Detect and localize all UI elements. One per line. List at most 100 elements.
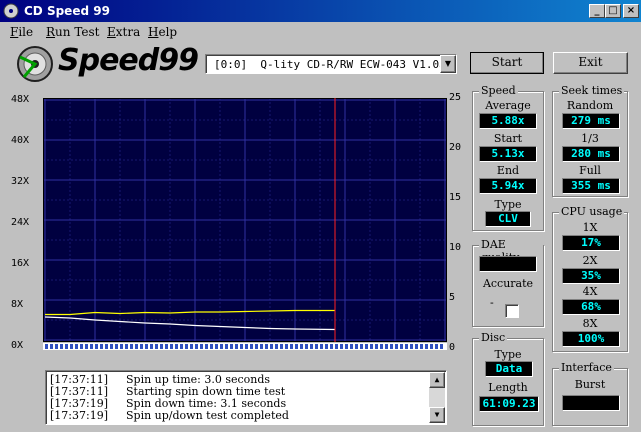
end-speed-label: End xyxy=(496,164,520,177)
x-ruler-tick xyxy=(355,344,358,349)
x-ruler-tick xyxy=(425,344,428,349)
right-tick-label: 20 xyxy=(449,142,462,153)
left-tick-label: 0X xyxy=(11,340,24,351)
x-ruler-tick xyxy=(370,344,373,349)
type-value: CLV xyxy=(485,211,531,227)
x-ruler-tick xyxy=(190,344,193,349)
menu-bar: File Run Test Extra Help xyxy=(0,22,641,40)
x-ruler-tick xyxy=(380,344,383,349)
x-ruler-tick xyxy=(270,344,273,349)
left-tick-label: 40X xyxy=(11,135,30,146)
x-ruler-tick xyxy=(290,344,293,349)
start-speed-value: 5.13x xyxy=(479,146,537,162)
menu-file[interactable]: File xyxy=(10,25,33,39)
x-ruler-tick xyxy=(395,344,398,349)
right-tick-label: 5 xyxy=(449,292,456,303)
x-ruler-tick xyxy=(200,344,203,349)
random-value: 279 ms xyxy=(562,113,620,129)
scrollbar-track[interactable] xyxy=(429,388,445,407)
cd-icon xyxy=(3,3,19,19)
scroll-up-icon[interactable]: ▲ xyxy=(429,372,445,388)
full-label: Full xyxy=(579,164,601,177)
menu-help[interactable]: Help xyxy=(148,25,177,39)
interface-title: Interface xyxy=(559,361,614,374)
x-ruler-tick xyxy=(245,344,248,349)
left-tick-label: 8X xyxy=(11,299,24,310)
x-ruler-tick xyxy=(250,344,253,349)
accurate-checkbox[interactable] xyxy=(505,304,519,318)
x-ruler-tick xyxy=(360,344,363,349)
cpu-1x-label: 1X xyxy=(582,221,598,234)
disc-length-value: 61:09.23 xyxy=(479,396,539,412)
x-ruler-tick xyxy=(130,344,133,349)
x-ruler-tick xyxy=(185,344,188,349)
log-message: Spin up/down test completed xyxy=(126,409,289,422)
maximize-button[interactable]: □ xyxy=(605,4,621,18)
start-button[interactable]: Start xyxy=(470,52,544,74)
drive-select[interactable]: [0:0] Q-lity CD-R/RW ECW-043 V1.0a ▼ xyxy=(205,54,457,74)
disc-group: Disc Type Data Length 61:09.23 xyxy=(472,331,544,426)
log-panel: [17:37:11] Spin up time: 3.0 seconds [17:3… xyxy=(45,370,447,425)
x-ruler-tick xyxy=(240,344,243,349)
x-ruler-tick xyxy=(280,344,283,349)
x-ruler-tick xyxy=(105,344,108,349)
x-ruler-tick xyxy=(165,344,168,349)
exit-button[interactable]: Exit xyxy=(553,52,628,74)
x-ruler-tick xyxy=(70,344,73,349)
x-ruler-tick xyxy=(435,344,438,349)
x-ruler-tick xyxy=(50,344,53,349)
x-ruler-tick xyxy=(170,344,173,349)
cpu-4x-value: 68% xyxy=(562,299,620,315)
title-bar: CD Speed 99 _ □ × xyxy=(0,0,641,22)
scroll-down-icon[interactable]: ▼ xyxy=(429,407,445,423)
speed-chart xyxy=(43,98,447,350)
x-ruler-tick xyxy=(85,344,88,349)
x-ruler-tick xyxy=(430,344,433,349)
x-ruler-tick xyxy=(120,344,123,349)
x-ruler-tick xyxy=(325,344,328,349)
x-ruler-tick xyxy=(315,344,318,349)
x-ruler-tick xyxy=(375,344,378,349)
x-ruler-tick xyxy=(405,344,408,349)
left-tick-label: 32X xyxy=(11,176,30,187)
menu-run-test[interactable]: Run Test xyxy=(46,25,99,39)
disc-type-label: Type xyxy=(494,348,522,361)
x-ruler-tick xyxy=(295,344,298,349)
cpu-8x-label: 8X xyxy=(582,317,598,330)
x-ruler-tick xyxy=(300,344,303,349)
cd-logo-icon xyxy=(17,46,53,82)
x-ruler-tick xyxy=(100,344,103,349)
x-ruler-tick xyxy=(95,344,98,349)
third-label: 1/3 xyxy=(581,132,599,145)
x-ruler-tick xyxy=(415,344,418,349)
x-ruler-tick xyxy=(125,344,128,349)
x-ruler-tick xyxy=(230,344,233,349)
full-value: 355 ms xyxy=(562,178,620,194)
left-tick-label: 16X xyxy=(11,258,30,269)
right-tick-label: 0 xyxy=(449,342,456,353)
x-ruler-tick xyxy=(60,344,63,349)
x-ruler-tick xyxy=(365,344,368,349)
chevron-down-icon[interactable]: ▼ xyxy=(440,55,456,73)
x-ruler-tick xyxy=(220,344,223,349)
x-ruler-tick xyxy=(255,344,258,349)
x-ruler-tick xyxy=(150,344,153,349)
cpu-1x-value: 17% xyxy=(562,235,620,251)
window-title: CD Speed 99 xyxy=(24,4,110,18)
x-ruler-tick xyxy=(340,344,343,349)
x-ruler-tick xyxy=(75,344,78,349)
x-ruler-tick xyxy=(305,344,308,349)
x-ruler-tick xyxy=(160,344,163,349)
minimize-button[interactable]: _ xyxy=(589,4,605,18)
cpu-4x-label: 4X xyxy=(582,285,598,298)
start-speed-label: Start xyxy=(493,132,523,145)
x-ruler-tick xyxy=(205,344,208,349)
x-ruler-tick xyxy=(420,344,423,349)
close-button[interactable]: × xyxy=(623,4,639,18)
x-ruler-tick xyxy=(210,344,213,349)
x-ruler-tick xyxy=(135,344,138,349)
x-ruler-tick xyxy=(90,344,93,349)
x-ruler-tick xyxy=(390,344,393,349)
x-ruler-tick xyxy=(350,344,353,349)
menu-extra[interactable]: Extra xyxy=(107,25,140,39)
